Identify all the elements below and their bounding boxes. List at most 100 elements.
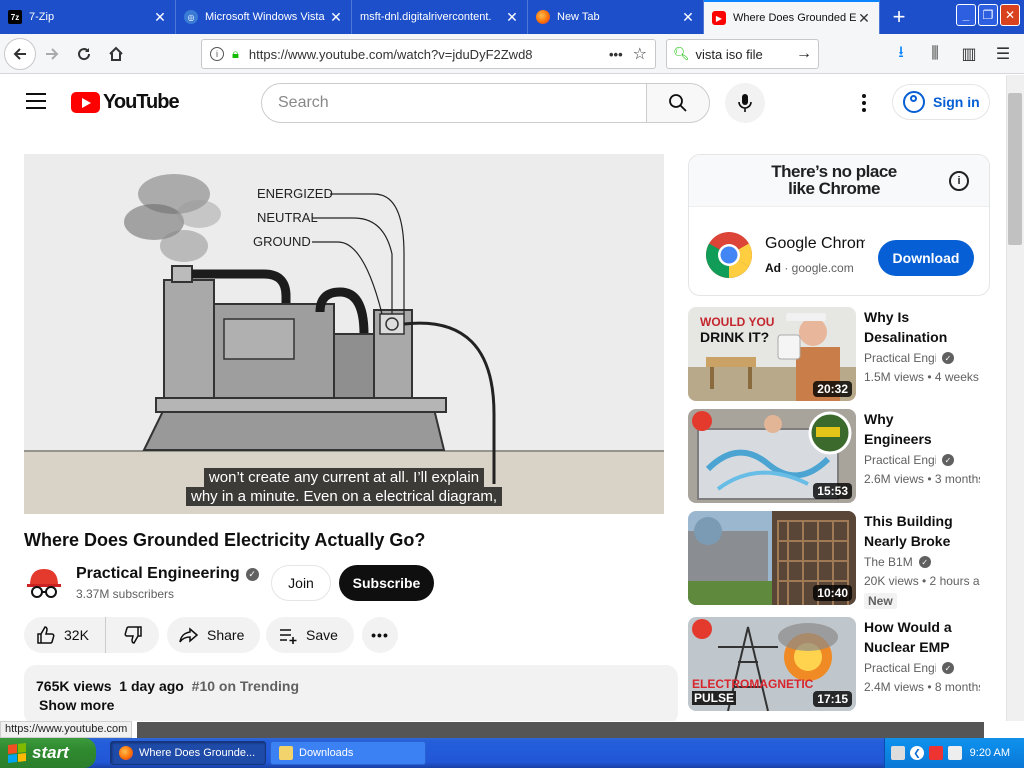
taskbar-item-downloads[interactable]: Downloads (270, 741, 426, 765)
guide-menu-icon[interactable] (26, 93, 46, 109)
horizontal-scrollbar[interactable] (137, 722, 984, 738)
recommendation-item[interactable]: WOULD YOU DRINK IT? 20:32 Why Is Desalin… (688, 307, 1008, 401)
dislike-button[interactable] (106, 625, 159, 645)
close-window-icon[interactable]: ✕ (1000, 4, 1020, 26)
thumbnail-text-line1: WOULD YOU (700, 315, 775, 329)
recommendation-item[interactable]: ELECTROMAGNETIC PULSE 17:15 How Would a … (688, 617, 1008, 711)
save-button[interactable]: Save (266, 617, 354, 653)
url-text[interactable]: https://www.youtube.com/watch?v=jduDyF2Z… (249, 47, 609, 62)
recommendation-item[interactable]: 10:40 This Building Nearly Broke The B1M… (688, 511, 1008, 609)
navigation-toolbar: i 🔒︎ https://www.youtube.com/watch?v=jdu… (0, 34, 1024, 74)
status-url: https://www.youtube.com (0, 721, 133, 738)
close-tab-icon[interactable]: ✕ (681, 9, 695, 26)
search-bar-value[interactable]: vista iso file (696, 47, 796, 62)
sign-in-button[interactable]: Sign in (892, 84, 990, 120)
keyboard-icon[interactable] (891, 746, 905, 760)
video-thumbnail[interactable]: ELECTROMAGNETIC PULSE 17:15 (688, 617, 856, 711)
library-icon[interactable]: ⫼ (920, 38, 950, 70)
new-tab-button[interactable]: + (880, 0, 918, 34)
recommendation-channel-text[interactable]: Practical Engineering (864, 351, 936, 365)
show-more-link[interactable]: Show more (39, 697, 666, 713)
tab-microsoft-vista[interactable]: ◎ Microsoft Windows Vista ✕ (176, 0, 352, 34)
ad-advertiser-name[interactable]: Google Chrome (765, 235, 865, 253)
thumbnail-text-line1: ELECTROMAGNETIC (692, 677, 814, 691)
channel-name-text[interactable]: Practical Engineering (76, 565, 240, 583)
channel-avatar[interactable] (24, 563, 64, 603)
menu-icon[interactable]: ☰ (988, 38, 1018, 70)
recommendation-channel[interactable]: Practical Engineering ✓ (864, 661, 954, 675)
video-thumbnail[interactable]: 15:53 (688, 409, 856, 503)
view-count: 765K views (36, 678, 112, 694)
recommendation-title[interactable]: Why Engineers Can't Control Rivers (864, 409, 964, 449)
network-icon[interactable] (929, 746, 943, 760)
caption-line-2: why in a minute. Even on a electrical di… (24, 487, 664, 506)
settings-more-icon[interactable] (852, 89, 876, 117)
minimize-icon[interactable]: _ (956, 4, 976, 26)
recommendation-item[interactable]: 15:53 Why Engineers Can't Control Rivers… (688, 409, 1008, 503)
hardhat-glasses-icon (24, 563, 64, 603)
youtube-logo[interactable]: YouTube (71, 91, 180, 114)
recommendation-channel-text[interactable]: Practical Engineering (864, 453, 936, 467)
more-actions-button[interactable]: ••• (362, 617, 398, 653)
lock-icon[interactable]: 🔒︎ (232, 46, 239, 62)
join-button[interactable]: Join (271, 565, 331, 601)
recommendation-channel-text[interactable]: Practical Engineering (864, 661, 936, 675)
subscribe-button[interactable]: Subscribe (339, 565, 434, 601)
video-thumbnail[interactable]: 10:40 (688, 511, 856, 605)
recommendation-title[interactable]: This Building Nearly Broke (864, 511, 964, 551)
back-arrow-icon (13, 47, 26, 60)
recommendation-channel[interactable]: Practical Engineering ✓ (864, 351, 954, 365)
search-engine-icon[interactable]: 🔍︎ (673, 46, 690, 62)
tab-msft-dnl[interactable]: msft-dnl.digitalrivercontent. ✕ (352, 0, 528, 34)
search-bar[interactable]: 🔍︎ vista iso file → (666, 39, 819, 69)
clock[interactable]: 9:20 AM (970, 747, 1010, 759)
diagram-label-ground: GROUND (253, 234, 311, 249)
recommendation-channel-text[interactable]: The B1M (864, 555, 913, 569)
restore-icon[interactable]: ❐ (978, 4, 998, 26)
chevron-left-icon[interactable]: ❮ (910, 746, 924, 760)
back-button[interactable] (4, 37, 36, 70)
recommendation-title[interactable]: Why Is Desalination Expensive? (864, 307, 964, 347)
reload-button[interactable] (68, 38, 100, 70)
vertical-scrollbar[interactable] (1006, 75, 1024, 721)
start-button[interactable]: start (0, 738, 96, 768)
ad-card[interactable]: There’s no place like Chrome i Google Ch… (688, 154, 990, 296)
tab-7zip[interactable]: 7z 7-Zip ✕ (0, 0, 176, 34)
close-tab-icon[interactable]: ✕ (505, 9, 519, 26)
bookmark-star-icon[interactable]: ☆ (633, 44, 647, 64)
description-box[interactable]: 765K views 1 day ago #10 on Trending Sho… (24, 665, 678, 721)
ad-banner[interactable]: There’s no place like Chrome i (689, 155, 989, 207)
go-arrow-icon[interactable]: → (796, 45, 812, 63)
info-icon[interactable]: i (210, 47, 224, 61)
ad-download-button[interactable]: Download (878, 240, 974, 276)
channel-name[interactable]: Practical Engineering ✓ (76, 565, 259, 583)
volume-icon[interactable] (948, 746, 962, 760)
home-button[interactable] (100, 38, 132, 70)
info-icon[interactable]: i (949, 171, 969, 191)
tab-youtube-video[interactable]: ▶ Where Does Grounded E ✕ (704, 0, 880, 34)
taskbar-item-label: Downloads (299, 747, 354, 759)
recommendation-channel[interactable]: The B1M ✓ (864, 555, 931, 569)
page-actions-icon[interactable]: ••• (609, 47, 623, 62)
forward-button[interactable] (36, 38, 68, 70)
search-button[interactable] (646, 83, 710, 123)
video-player[interactable]: ENERGIZED NEUTRAL GROUND won’t create an… (24, 154, 664, 514)
tab-new-tab[interactable]: New Tab ✕ (528, 0, 704, 34)
recommendation-channel[interactable]: Practical Engineering ✓ (864, 453, 954, 467)
share-button[interactable]: Share (167, 617, 260, 653)
address-bar[interactable]: i 🔒︎ https://www.youtube.com/watch?v=jdu… (201, 39, 656, 69)
trending-rank[interactable]: #10 on Trending (192, 678, 299, 694)
download-icon[interactable]: ⭳ (886, 38, 916, 70)
close-tab-icon[interactable]: ✕ (329, 9, 343, 26)
close-tab-icon[interactable]: ✕ (153, 9, 167, 26)
search-input[interactable]: Search (261, 83, 647, 123)
close-tab-icon[interactable]: ✕ (857, 10, 871, 27)
video-thumbnail[interactable]: WOULD YOU DRINK IT? 20:32 (688, 307, 856, 401)
sidebar-icon[interactable]: ▥ (954, 38, 984, 70)
scrollbar-thumb[interactable] (1008, 93, 1022, 245)
voice-search-button[interactable] (725, 83, 765, 123)
like-button[interactable]: 32K (24, 617, 106, 653)
taskbar-item-firefox[interactable]: Where Does Grounde... (110, 741, 266, 765)
recommendation-title[interactable]: How Would a Nuclear EMP Affect the Grid? (864, 617, 964, 657)
browser-tab-strip: 7z 7-Zip ✕ ◎ Microsoft Windows Vista ✕ m… (0, 0, 1024, 34)
